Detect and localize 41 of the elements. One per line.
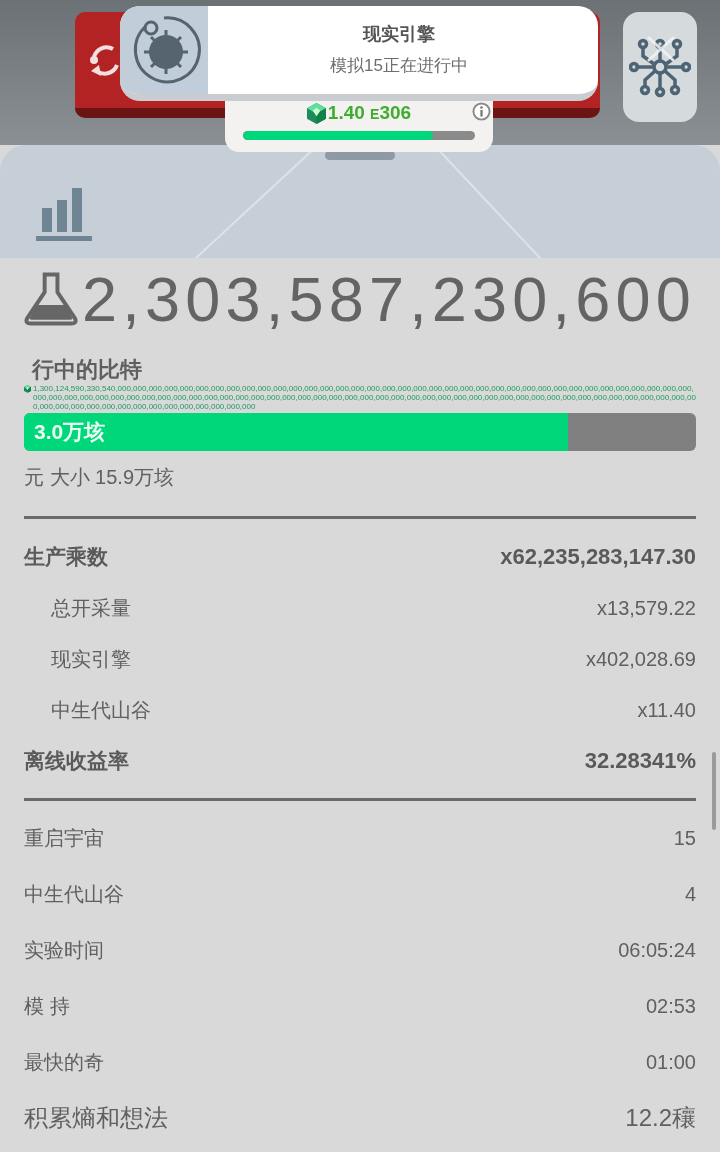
sheet-handle[interactable] [325, 151, 395, 160]
stat-label: 最快的奇 [24, 1050, 104, 1075]
bits-amount: 3.0万垓 [34, 420, 106, 444]
stat-label: 中生代山谷 [24, 882, 124, 907]
stat-value: x13,579.22 [597, 595, 696, 621]
stat-label: 总开采量 [51, 595, 131, 621]
notification-title: 现实引擎 [363, 23, 435, 45]
stat-value: 32.28341% [584, 747, 696, 775]
info-icon[interactable] [472, 102, 491, 121]
stat-value: x11.40 [637, 697, 696, 723]
bits-label: 行中的比特 [32, 357, 143, 383]
stat-value: x62,235,283,147.30 [500, 543, 696, 571]
stat-label: 现实引擎 [51, 646, 131, 672]
total-value: 2,303,587,230,600 [82, 268, 696, 330]
circuit-icon [629, 36, 691, 98]
stat-label: 生产乘数 [24, 543, 108, 570]
bar-chart-icon[interactable] [36, 188, 92, 241]
stat-value: 4 [684, 882, 696, 907]
stat-value: 15 [673, 826, 696, 851]
stat-value: 02:53 [645, 994, 696, 1019]
stat-value: 12.2穰 [625, 1103, 696, 1133]
orbit-icon [120, 6, 208, 94]
stat-value: x402,028.69 [585, 646, 696, 672]
flask-icon [24, 272, 79, 326]
notification-message: 模拟15正在进行中 [330, 55, 468, 77]
gem-icon [306, 103, 326, 124]
stat-label: 中生代山谷 [51, 697, 151, 723]
notification-card[interactable]: 现实引擎 模拟15正在进行中 [120, 6, 598, 101]
circuit-button[interactable] [623, 12, 697, 122]
bits-size: 元 大小 15.9万垓 [24, 465, 176, 490]
stat-value: 06:05:24 [618, 938, 696, 963]
stat-label: 重启宇宙 [24, 826, 104, 851]
stat-label: 离线收益率 [24, 747, 129, 774]
stat-value: 01:00 [645, 1050, 696, 1075]
gem-icon [24, 385, 31, 393]
stat-label: 实验时间 [24, 938, 104, 963]
bits-full-value: 1,300,124,590,330,540,000,000,000,000,000,000,000,000,000,000,000,000,000,000,000,000,000,000,000,000,000,000,000,000,000,000,000,000,000,000,000,000,000,000,000,000,000,000,000,000,000,000,000,000,000,000,000,000,000,000,000,000,000,000,000,000,000,000,000,000,000,000,000,000,000,000,000,000,000,000,000,000,000,000,000,000,000,000,000,000,000,000,000,000,000,000,000,000,000,000,000,000,000,000 [33, 384, 696, 411]
scrollbar-thumb[interactable] [712, 752, 716, 830]
stat-label: 积累熵和想法 [24, 1103, 168, 1133]
stat-label: 模 持 [24, 994, 70, 1019]
currency-amount: 1.40 E306 [327, 102, 412, 125]
